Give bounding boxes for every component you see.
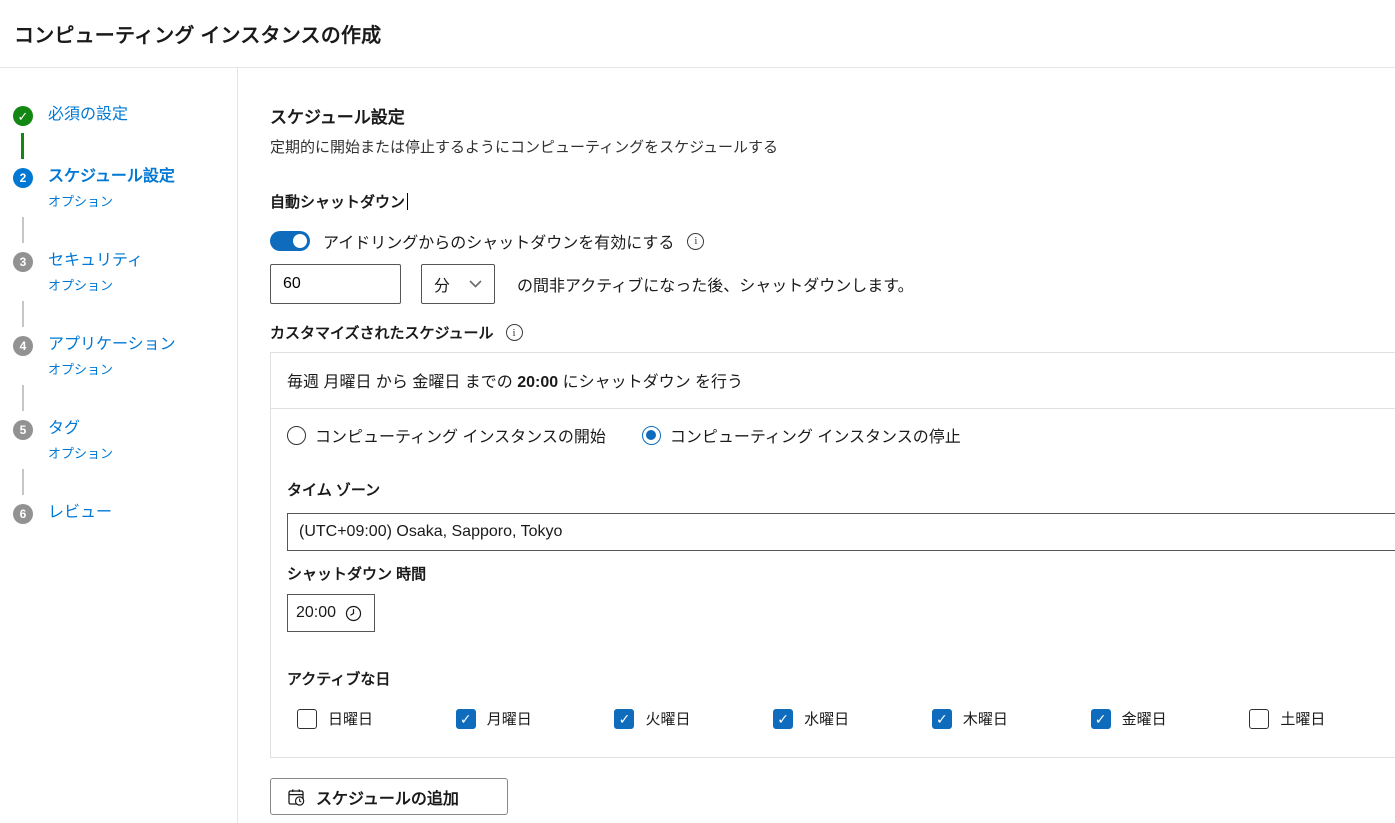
radio-start-label: コンピューティング インスタンスの開始 xyxy=(315,423,606,447)
idle-shutdown-toggle-label: アイドリングからのシャットダウンを有効にする xyxy=(323,229,674,253)
radio-stop-instance[interactable]: コンピューティング インスタンスの停止 xyxy=(642,423,961,447)
step-optional-tag: オプション xyxy=(48,443,113,462)
radio-icon[interactable] xyxy=(287,426,306,445)
sidebar-step-schedule[interactable]: 2 スケジュール設定 オプション xyxy=(13,166,237,210)
step-number-badge: 2 xyxy=(13,168,33,188)
step-optional-tag: オプション xyxy=(48,275,143,294)
custom-schedule-label: カスタマイズされたスケジュール xyxy=(270,322,494,343)
idle-unit-value: 分 xyxy=(434,272,450,296)
step-number-badge: 6 xyxy=(13,504,33,524)
timezone-label: タイム ゾーン xyxy=(287,479,1395,500)
add-schedule-label: スケジュールの追加 xyxy=(316,785,459,809)
step-label[interactable]: セキュリティ xyxy=(48,252,143,269)
step-connector xyxy=(22,385,24,411)
idle-suffix-text: の間非アクティブになった後、シャットダウンします。 xyxy=(517,272,914,296)
checkbox-icon[interactable]: ✓ xyxy=(297,709,317,729)
day-checkbox-tuesday[interactable]: ✓ 火曜日 xyxy=(614,708,773,729)
sidebar-step-applications[interactable]: 4 アプリケーション オプション xyxy=(13,334,237,378)
step-connector xyxy=(22,469,24,495)
day-checkbox-friday[interactable]: ✓ 金曜日 xyxy=(1091,708,1250,729)
toggle-knob xyxy=(293,234,307,248)
day-checkbox-monday[interactable]: ✓ 月曜日 xyxy=(456,708,615,729)
step-optional-tag: オプション xyxy=(48,191,175,210)
schedule-settings-panel: スケジュール設定 定期的に開始または停止するようにコンピューティングをスケジュー… xyxy=(238,68,1395,823)
day-checkbox-thursday[interactable]: ✓ 木曜日 xyxy=(932,708,1091,729)
day-checkbox-wednesday[interactable]: ✓ 水曜日 xyxy=(773,708,932,729)
shutdown-time-input[interactable]: 20:00 xyxy=(287,594,375,632)
text-caret xyxy=(407,193,408,210)
day-label: 金曜日 xyxy=(1122,708,1167,729)
schedule-summary: 毎週 月曜日 から 金曜日 までの 20:00 にシャットダウン を行う xyxy=(271,353,1395,409)
sidebar-step-required-settings[interactable]: ✓ 必須の設定 xyxy=(13,104,237,126)
add-schedule-button[interactable]: スケジュールの追加 xyxy=(270,778,508,815)
step-number-badge: 4 xyxy=(13,336,33,356)
checkbox-icon[interactable]: ✓ xyxy=(614,709,634,729)
checkbox-icon[interactable]: ✓ xyxy=(773,709,793,729)
section-description: 定期的に開始または停止するようにコンピューティングをスケジュールする xyxy=(270,136,1395,157)
calendar-clock-icon xyxy=(286,787,306,807)
sidebar-step-security[interactable]: 3 セキュリティ オプション xyxy=(13,250,237,294)
idle-unit-select[interactable]: 分 xyxy=(421,264,495,304)
day-label: 日曜日 xyxy=(328,708,373,729)
step-label[interactable]: 必須の設定 xyxy=(48,106,128,123)
step-label[interactable]: レビュー xyxy=(48,504,112,521)
day-label: 木曜日 xyxy=(963,708,1008,729)
page-title: コンピューティング インスタンスの作成 xyxy=(14,19,381,48)
active-days-label: アクティブな日 xyxy=(287,668,1395,689)
step-number-badge: 5 xyxy=(13,420,33,440)
auto-shutdown-label: 自動シャットダウン xyxy=(270,194,405,211)
shutdown-time-label: シャットダウン 時間 xyxy=(287,563,1395,584)
sidebar-step-tags[interactable]: 5 タグ オプション xyxy=(13,418,237,462)
step-label[interactable]: スケジュール設定 xyxy=(48,168,175,185)
day-label: 土曜日 xyxy=(1280,708,1325,729)
timezone-select[interactable]: (UTC+09:00) Osaka, Sapporo, Tokyo xyxy=(287,513,1395,551)
action-radio-group: コンピューティング インスタンスの開始 コンピューティング インスタンスの停止 xyxy=(287,423,1395,447)
idle-minutes-input[interactable] xyxy=(270,264,401,304)
day-label: 月曜日 xyxy=(487,708,532,729)
step-optional-tag: オプション xyxy=(48,359,176,378)
idle-shutdown-toggle[interactable] xyxy=(270,231,310,251)
schedule-card: 毎週 月曜日 から 金曜日 までの 20:00 にシャットダウン を行う コンピ… xyxy=(270,352,1395,758)
radio-start-instance[interactable]: コンピューティング インスタンスの開始 xyxy=(287,423,606,447)
shutdown-time-value: 20:00 xyxy=(296,604,336,622)
check-icon: ✓ xyxy=(1095,712,1107,726)
checkbox-icon[interactable]: ✓ xyxy=(1249,709,1269,729)
step-connector xyxy=(21,133,24,159)
step-connector xyxy=(22,217,24,243)
day-checkbox-saturday[interactable]: ✓ 土曜日 xyxy=(1249,708,1395,729)
dialog-header: コンピューティング インスタンスの作成 xyxy=(0,0,1395,68)
check-icon: ✓ xyxy=(936,712,948,726)
day-label: 火曜日 xyxy=(645,708,690,729)
day-label: 水曜日 xyxy=(804,708,849,729)
checkbox-icon[interactable]: ✓ xyxy=(1091,709,1111,729)
wizard-stepper: ✓ 必須の設定 2 スケジュール設定 オプション 3 セキュリティ オプション … xyxy=(0,68,238,823)
timezone-value: (UTC+09:00) Osaka, Sapporo, Tokyo xyxy=(299,523,562,541)
step-complete-check-icon: ✓ xyxy=(13,106,33,126)
step-label[interactable]: アプリケーション xyxy=(48,336,176,353)
info-icon[interactable]: i xyxy=(506,324,523,341)
step-label[interactable]: タグ xyxy=(48,420,80,437)
info-icon[interactable]: i xyxy=(687,233,704,250)
checkbox-icon[interactable]: ✓ xyxy=(456,709,476,729)
radio-icon-selected[interactable] xyxy=(642,426,661,445)
step-number-badge: 3 xyxy=(13,252,33,272)
check-icon: ✓ xyxy=(777,712,789,726)
active-days-group: ✓ 日曜日 ✓ 月曜日 ✓ 火曜日 ✓ 水曜日 xyxy=(287,708,1395,729)
checkbox-icon[interactable]: ✓ xyxy=(932,709,952,729)
sidebar-step-review[interactable]: 6 レビュー xyxy=(13,502,237,524)
schedule-summary-time: 20:00 xyxy=(517,374,558,391)
section-heading: スケジュール設定 xyxy=(270,103,1395,128)
clock-icon[interactable] xyxy=(344,604,363,623)
check-icon: ✓ xyxy=(619,712,631,726)
step-connector xyxy=(22,301,24,327)
check-icon: ✓ xyxy=(460,712,472,726)
radio-stop-label: コンピューティング インスタンスの停止 xyxy=(670,423,961,447)
chevron-down-icon xyxy=(469,280,482,288)
day-checkbox-sunday[interactable]: ✓ 日曜日 xyxy=(297,708,456,729)
